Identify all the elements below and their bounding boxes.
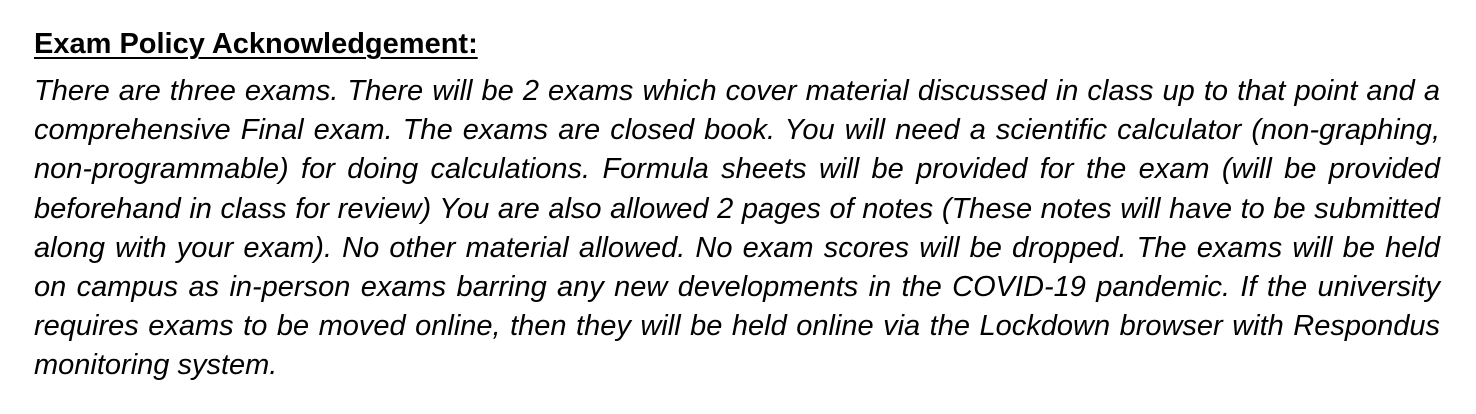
section-heading: Exam Policy Acknowledgement:	[34, 28, 478, 60]
exam-policy-section: Exam Policy Acknowledgement: There are t…	[34, 24, 1440, 386]
policy-paragraph: There are three exams. There will be 2 e…	[34, 75, 1440, 382]
